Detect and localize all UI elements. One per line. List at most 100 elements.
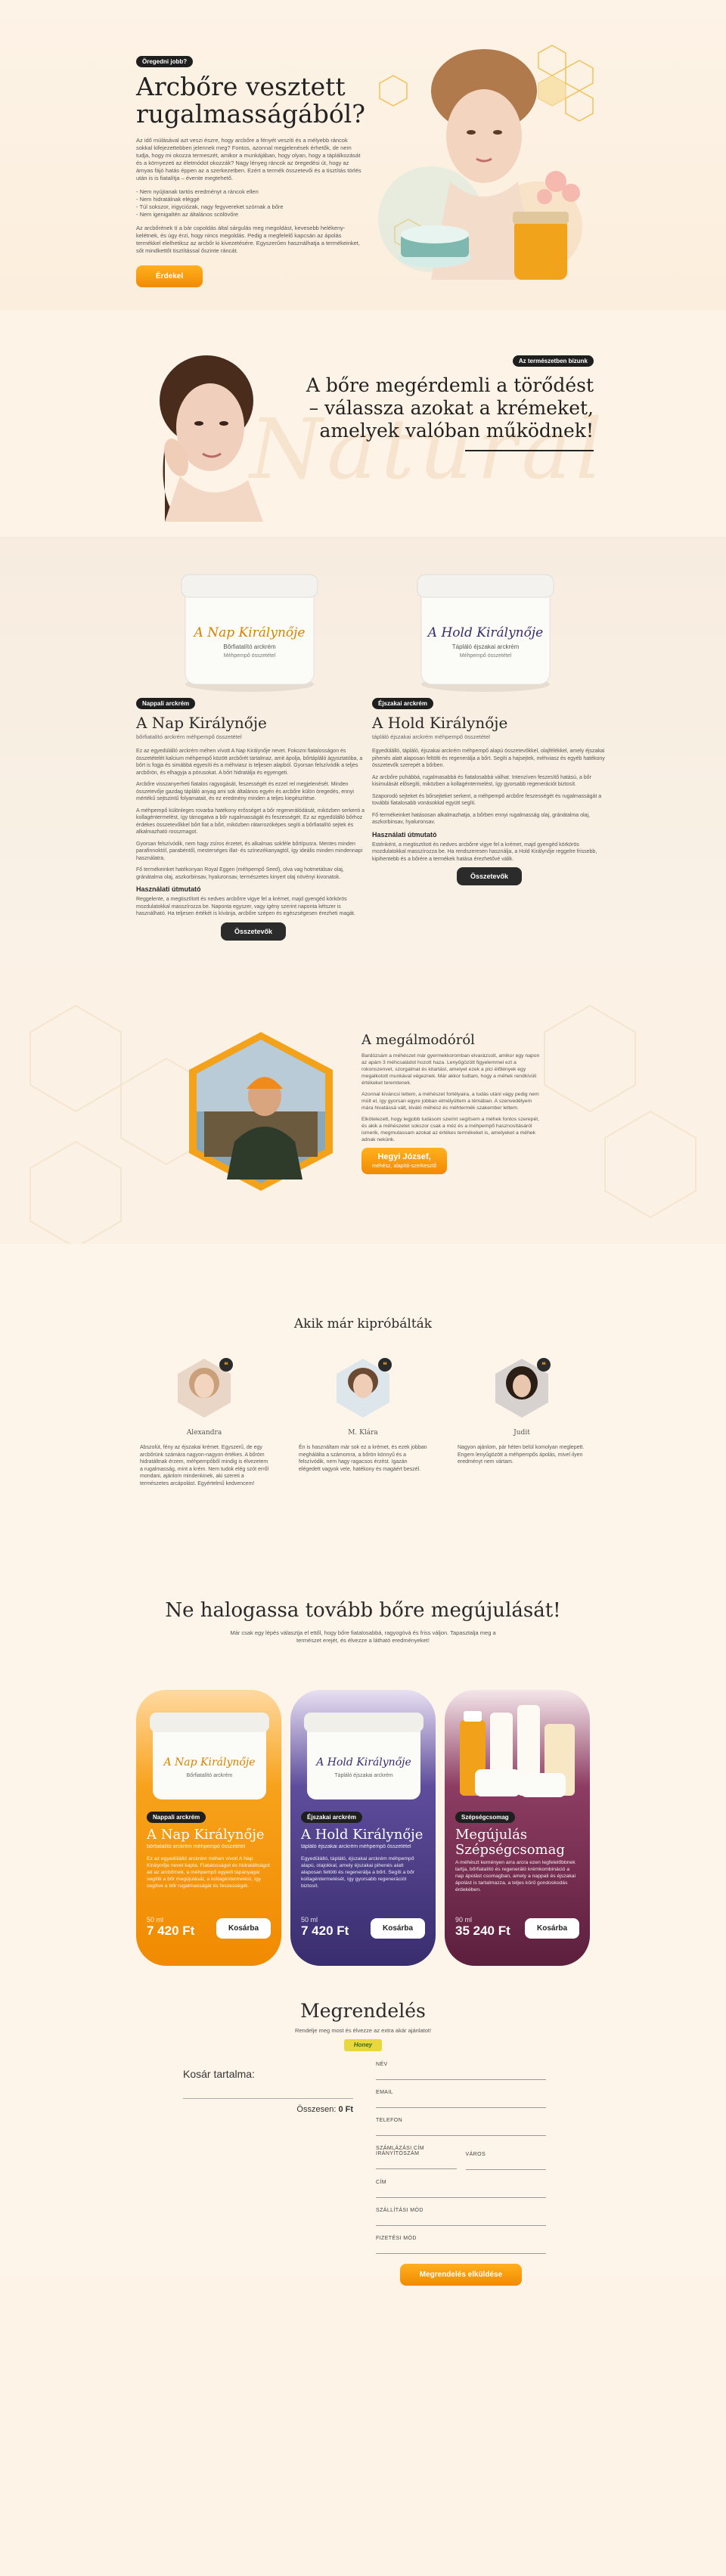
offer-title: A Hold Királynője — [301, 1827, 424, 1843]
interest-button[interactable]: Érdekel — [136, 265, 203, 287]
city-label: VÁROS — [465, 2152, 486, 2157]
svg-text:A Hold Királynője: A Hold Királynője — [315, 1756, 411, 1768]
address-field[interactable] — [376, 2189, 546, 2198]
day-cream-title: A Nap Királynője — [136, 714, 267, 732]
day-cream-ingredients-button[interactable]: Összetevők — [220, 922, 287, 941]
payment-select[interactable] — [376, 2245, 546, 2254]
honey-jar — [514, 219, 567, 280]
phone-label: TELEFON — [376, 2118, 403, 2123]
email-field[interactable] — [376, 2099, 546, 2108]
founder-copy: A megálmodóról Bardózsám a méhészet már … — [361, 1032, 543, 1174]
day-cream-paragraph: Arcbőre visszanyerheti fiatalos ragyogás… — [136, 782, 354, 801]
products-section: A Nap Királynője Bőrfiatalító arckrém Mé… — [0, 537, 726, 960]
payment-label: FIZETÉSI MÓD — [376, 2236, 417, 2241]
offer-size: 50 ml — [301, 1916, 318, 1923]
night-cream-usage-title: Használati útmutató — [372, 830, 437, 839]
offer-product-image: A Nap Királynője Bőrfiatalító arckrém — [150, 1713, 269, 1799]
offers-lead: Már csak egy lépés választja el ettől, h… — [230, 1629, 496, 1644]
offer-text: Egyedülálló, tápláló, éjszakai arckrém m… — [301, 1856, 415, 1889]
offer-card-day: A Nap Királynője Bőrfiatalító arckrém Na… — [136, 1690, 281, 1966]
night-cream-paragraph: Az arcbőre puhábbá, rugalmasabbá és fiat… — [372, 774, 591, 788]
submit-order-button[interactable]: Megrendelés elküldése — [399, 2264, 523, 2286]
offer-price: 7 420 Ft — [147, 1923, 195, 1938]
name-field[interactable] — [376, 2071, 546, 2080]
zip-label: SZÁMLÁZÁSI CÍM IRÁNYÍTÓSZÁM — [376, 2146, 424, 2156]
cart-summary: Kosár tartalma: Összesen: 0 Ft — [183, 2068, 353, 2114]
intro-divider — [465, 450, 594, 451]
offer-text: Ez az egyedülálló arckrém méhen vívott A… — [147, 1856, 270, 1889]
day-cream-paragraph: Fő termékeinket hatékonyan Royal Eggen (… — [136, 867, 344, 880]
hero-bullet: - Nem nyújtanak tartós eredményt a ránco… — [136, 188, 259, 195]
product-day-cream: A Nap Királynője Bőrfiatalító arckrém Mé… — [136, 560, 371, 941]
phone-field[interactable] — [376, 2127, 546, 2136]
night-cream-title: A Hold Királynője — [372, 714, 508, 732]
night-cream-ingredients-button[interactable]: Összetevők — [456, 867, 523, 885]
day-cream-paragraph: Ez az egyedülálló arckrém méhen vívott A… — [136, 749, 363, 776]
founder-paragraph: Azonnal kíváncsi lettem, a méhészet fort… — [361, 1092, 539, 1111]
hero-paragraph-1: Az idő múlásával azt veszi észre, hogy a… — [136, 137, 361, 181]
reviews-section: Akik már kipróbálták ❝ Alexandra Abszolú… — [0, 1244, 726, 1592]
hero-bullet: - Nem igenigaltén az általános scölövőre — [136, 211, 239, 218]
svg-text:Bőrfiatalító arckrém: Bőrfiatalító arckrém — [187, 1773, 233, 1778]
order-lead: Rendelje meg most és élvezze az extra ak… — [294, 2027, 432, 2034]
hero-bullet: - Túl sokszor, irigyciózak, nagy fegyver… — [136, 203, 284, 210]
offer-title: Megújulás Szépségcsomag — [455, 1827, 565, 1858]
offer-bundle-image — [460, 1705, 575, 1797]
hero-illustration — [378, 45, 594, 280]
offer-size: 90 ml — [455, 1916, 473, 1923]
reviews-title: Akik már kipróbálták — [293, 1316, 433, 1331]
offer-badge: Éjszakai arckrém — [301, 1812, 362, 1823]
hero-bullet: - Nem hidratálnak eléggé — [136, 196, 200, 203]
cart-total: Összesen: 0 Ft — [183, 2105, 353, 2114]
review-card: ❝ Judit Nagyon ajánlom, pár héten belül … — [458, 1357, 586, 1466]
founder-name: Hegyi József, — [377, 1152, 431, 1161]
night-cream-jar-image: A Hold Királynője Tápláló éjszakai arckr… — [417, 574, 554, 692]
day-cream-usage-title: Használati útmutató — [136, 885, 201, 893]
offer-badge: Szépségcsomag — [455, 1812, 515, 1823]
day-cream-usage: Reggelente, a megtisztított és nedves ar… — [136, 897, 355, 916]
reviewer-name: M. Klára — [348, 1429, 378, 1437]
cart-total-label: Összesen: — [296, 2105, 337, 2114]
hero-bullets: - Nem nyújtanak tartós eredményt a ránco… — [136, 188, 363, 219]
day-jar-sub: Bőrfiatalító arckrém — [223, 643, 276, 650]
zip-field[interactable] — [376, 2160, 457, 2169]
day-jar-sub2: Méhpempő összetétel — [224, 653, 276, 659]
avatar: ❝ — [495, 1358, 551, 1418]
intro-badge: Az természetben bízunk — [512, 355, 594, 367]
name-label: NÉV — [376, 2062, 388, 2067]
hero-paragraph-2: Az arcbőrének tí a bár copoldás által sá… — [136, 225, 360, 254]
hero-title: Arcbőre vesztett rugalmasságából? — [136, 72, 365, 129]
cart-divider — [183, 2098, 353, 2099]
intro-section: Natural Az természetben bízunk A bőre me… — [0, 310, 726, 537]
add-to-cart-button[interactable]: Kosárba — [370, 1918, 425, 1939]
night-cream-paragraph: Egyedülálló, tápláló, éjszakai arckrém m… — [372, 749, 605, 768]
avatar: ❝ — [178, 1358, 233, 1418]
intro-copy: Az természetben bízunk A bőre megérdemli… — [295, 355, 594, 451]
offer-product-image: A Hold Királynője Tápláló éjszakai arckr… — [304, 1713, 424, 1799]
day-cream-subtitle: bőrfiatalító arckrém méhpempő összetétel — [136, 733, 242, 740]
add-to-cart-button[interactable]: Kosárba — [216, 1918, 271, 1939]
svg-text:Tápláló éjszakai arckrém: Tápláló éjszakai arckrém — [334, 1773, 393, 1778]
order-section: Megrendelés Rendelje meg most és élvezze… — [0, 1992, 726, 2286]
email-label: EMAIL — [376, 2090, 394, 2095]
offer-card-night: A Hold Királynője Tápláló éjszakai arckr… — [290, 1690, 436, 1966]
night-jar-label: A Hold Királynője — [427, 625, 543, 640]
hero-badge: Öregedni jobb? — [136, 56, 194, 67]
avatar: ❝ — [337, 1358, 392, 1418]
city-field[interactable] — [465, 2161, 546, 2170]
order-title: Megrendelés — [300, 2000, 426, 2022]
review-text: Én is használtam már sok ez a krémet, és… — [299, 1445, 427, 1472]
founder-section: A megálmodóról Bardózsám a méhészet már … — [0, 960, 726, 1244]
founder-paragraph: Elkötelezett, hogy legjobb tudásom szeri… — [361, 1117, 539, 1142]
reviewer-name: Alexandra — [186, 1429, 222, 1437]
cart-title: Kosár tartalma: — [183, 2068, 255, 2080]
review-card: ❝ M. Klára Én is használtam már sok ez a… — [299, 1357, 427, 1473]
day-cream-jar-image: A Nap Királynője Bőrfiatalító arckrém Mé… — [181, 574, 318, 692]
offer-price: 7 420 Ft — [301, 1923, 349, 1938]
shipping-select[interactable] — [376, 2217, 546, 2226]
night-jar-sub2: Méhpempő összetétel — [460, 653, 512, 659]
offer-price: 35 240 Ft — [455, 1923, 510, 1938]
add-to-cart-button[interactable]: Kosárba — [524, 1918, 579, 1939]
address-label: CÍM — [376, 2180, 387, 2185]
offer-text: A méhészt keményen arra arcra ezen legfe… — [455, 1860, 576, 1892]
